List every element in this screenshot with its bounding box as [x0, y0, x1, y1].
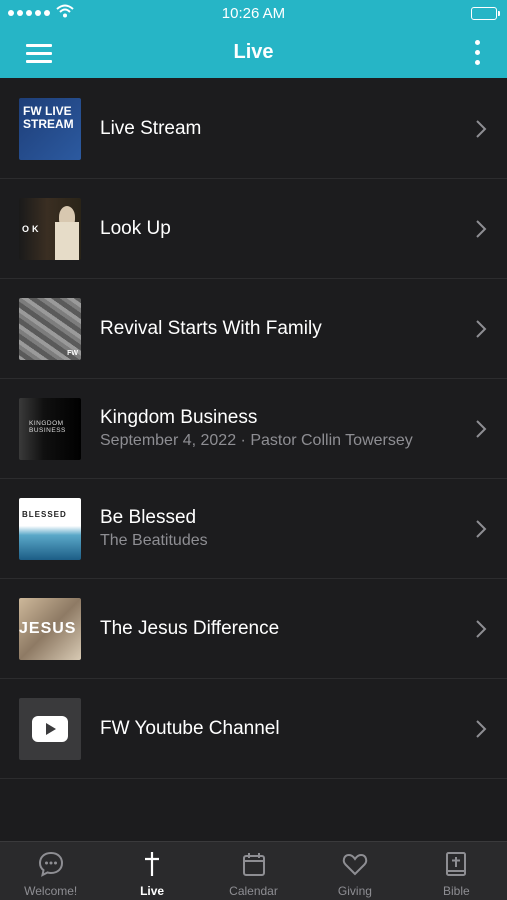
thumbnail-text: JESUS: [19, 620, 77, 637]
list-item-look-up[interactable]: OK Look Up: [0, 179, 507, 279]
status-time: 10:26 AM: [221, 5, 286, 22]
jesus-difference-thumbnail: JESUS: [19, 598, 81, 660]
look-up-thumbnail: OK: [19, 198, 81, 260]
heart-icon: [342, 853, 368, 876]
tab-giving[interactable]: Giving: [304, 842, 405, 900]
be-blessed-thumbnail: BLESSED: [19, 498, 81, 560]
live-list: FW LIVE STREAM Live Stream OK Look Up FW…: [0, 79, 507, 779]
calendar-icon: [242, 853, 265, 876]
item-subtitle: September 4, 2022 · Pastor Collin Towers…: [100, 432, 413, 449]
status-bar: 10:26 AM: [0, 0, 507, 28]
cross-icon: [145, 852, 160, 876]
thumbnail-text: BLESSED: [22, 510, 67, 519]
list-item-kingdom-business[interactable]: KINGDOM BUSINESS Kingdom Business Septem…: [0, 379, 507, 479]
tab-live[interactable]: Live: [101, 842, 202, 900]
revival-thumbnail: FW: [19, 298, 81, 360]
thumbnail-text: OK: [22, 224, 42, 234]
item-title: Be Blessed: [100, 507, 197, 528]
live-stream-thumbnail: FW LIVE STREAM: [19, 98, 81, 160]
chevron-right-icon: [476, 520, 487, 538]
youtube-play-icon: [32, 716, 68, 742]
tab-label: Welcome!: [24, 884, 78, 898]
tab-bible[interactable]: Bible: [406, 842, 507, 900]
list-item-jesus-difference[interactable]: JESUS The Jesus Difference: [0, 579, 507, 679]
chat-bubble-icon: [38, 851, 63, 877]
tab-bar: Welcome! Live Calendar Giving Bible: [0, 841, 507, 900]
thumbnail-text: FW LIVE STREAM: [23, 104, 74, 131]
list-item-revival[interactable]: FW Revival Starts With Family: [0, 279, 507, 379]
more-options-icon[interactable]: [475, 40, 481, 66]
kingdom-business-thumbnail: KINGDOM BUSINESS: [19, 398, 81, 460]
chevron-right-icon: [476, 420, 487, 438]
tab-label: Bible: [442, 884, 470, 898]
list-item-be-blessed[interactable]: BLESSED Be Blessed The Beatitudes: [0, 479, 507, 579]
item-title: Live Stream: [100, 117, 202, 139]
item-title: FW Youtube Channel: [100, 717, 280, 739]
tab-label: Live: [140, 884, 165, 898]
tab-welcome[interactable]: Welcome!: [0, 842, 101, 900]
bible-icon: [446, 852, 467, 876]
list-item-live-stream[interactable]: FW LIVE STREAM Live Stream: [0, 79, 507, 179]
list-item-youtube-channel[interactable]: FW Youtube Channel: [0, 679, 507, 779]
item-title: Kingdom Business: [100, 407, 258, 428]
chevron-right-icon: [476, 620, 487, 638]
chevron-right-icon: [476, 720, 487, 738]
item-subtitle: The Beatitudes: [100, 532, 208, 549]
item-title: Revival Starts With Family: [100, 317, 322, 339]
tab-label: Calendar: [229, 884, 278, 898]
tab-label: Giving: [337, 884, 372, 898]
chevron-right-icon: [476, 120, 487, 138]
item-title: The Jesus Difference: [100, 617, 280, 639]
youtube-channel-thumbnail: [19, 698, 81, 760]
item-title: Look Up: [100, 217, 171, 239]
page-title: Live: [233, 41, 274, 63]
chevron-right-icon: [476, 320, 487, 338]
thumbnail-text: KINGDOM BUSINESS: [29, 420, 66, 434]
tab-calendar[interactable]: Calendar: [203, 842, 304, 900]
chevron-right-icon: [476, 220, 487, 238]
battery-icon: [471, 7, 500, 20]
thumbnail-text: FW: [67, 350, 78, 357]
nav-bar: Live: [0, 28, 507, 78]
